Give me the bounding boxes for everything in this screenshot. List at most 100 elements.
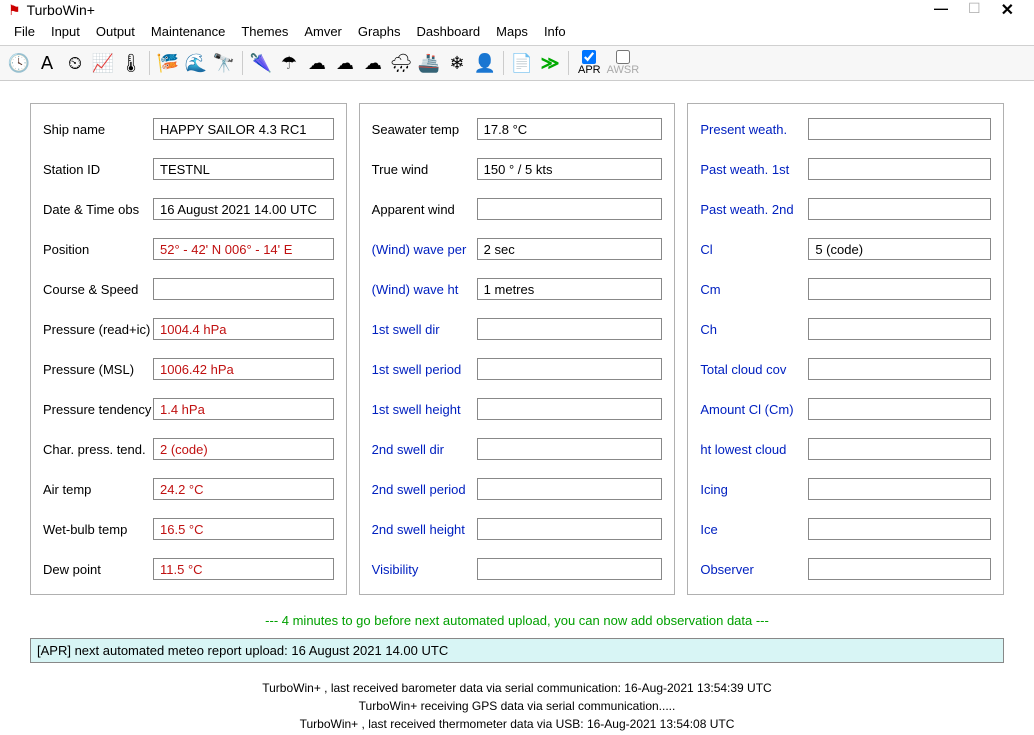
label-past-weath-1[interactable]: Past weath. 1st [700,162,808,177]
field-pressure-read[interactable]: 1004.4 hPa [153,318,334,340]
cloud-cm-icon[interactable]: ☁ [332,50,358,76]
label-wave-per[interactable]: (Wind) wave per [372,242,477,257]
field-swell1-dir[interactable] [477,318,663,340]
gauge-icon[interactable]: ⏲ [62,50,88,76]
menu-maps[interactable]: Maps [488,22,536,41]
field-observer[interactable] [808,558,991,580]
chart-icon[interactable]: 📈 [90,50,116,76]
field-swell1-height[interactable] [477,398,663,420]
field-station-id[interactable]: TESTNL [153,158,334,180]
window-minimize-button[interactable]: — [934,0,948,20]
menu-themes[interactable]: Themes [233,22,296,41]
field-cl[interactable]: 5 (code) [808,238,991,260]
menu-maintenance[interactable]: Maintenance [143,22,233,41]
label-swell1-dir[interactable]: 1st swell dir [372,322,477,337]
person-icon[interactable]: 👤 [472,50,498,76]
label-swell2-height[interactable]: 2nd swell height [372,522,477,537]
iceberg-icon[interactable]: ❄ [444,50,470,76]
label-ch[interactable]: Ch [700,322,808,337]
field-air-temp[interactable]: 24.2 °C [153,478,334,500]
windsock-icon[interactable]: 🎏 [155,50,181,76]
field-wave-ht[interactable]: 1 metres [477,278,663,300]
label-swell2-period[interactable]: 2nd swell period [372,482,477,497]
field-pressure-tendency[interactable]: 1.4 hPa [153,398,334,420]
apr-toggle[interactable]: APR [578,50,601,76]
label-wetbulb-temp[interactable]: Wet-bulb temp [43,522,153,537]
field-icing[interactable] [808,478,991,500]
menu-input[interactable]: Input [43,22,88,41]
ship-icon[interactable]: 🚢 [416,50,442,76]
field-datetime[interactable]: 16 August 2021 14.00 UTC [153,198,334,220]
clock-icon[interactable]: 🕓 [6,50,32,76]
field-visibility[interactable] [477,558,663,580]
menu-info[interactable]: Info [536,22,574,41]
field-total-cloud-cov[interactable] [808,358,991,380]
label-air-temp[interactable]: Air temp [43,482,153,497]
label-observer[interactable]: Observer [700,562,808,577]
binoculars-icon[interactable]: 🔭 [211,50,237,76]
field-swell2-height[interactable] [477,518,663,540]
menu-file[interactable]: File [6,22,43,41]
label-wave-ht[interactable]: (Wind) wave ht [372,282,477,297]
send-icon[interactable]: ≫ [537,50,563,76]
field-pressure-msl[interactable]: 1006.42 hPa [153,358,334,380]
thermometer-icon[interactable]: 🌡 [118,50,144,76]
label-cl[interactable]: Cl [700,242,808,257]
menu-graphs[interactable]: Graphs [350,22,409,41]
label-datetime[interactable]: Date & Time obs [43,202,153,217]
label-present-weath[interactable]: Present weath. [700,122,808,137]
cloud-ch-icon[interactable]: ☁ [360,50,386,76]
label-cm[interactable]: Cm [700,282,808,297]
field-past-weath-2[interactable] [808,198,991,220]
field-wave-per[interactable]: 2 sec [477,238,663,260]
label-amount-cl-cm[interactable]: Amount Cl (Cm) [700,402,808,417]
cloud-cl-icon[interactable]: ☁ [304,50,330,76]
field-seawater-temp[interactable]: 17.8 °C [477,118,663,140]
wave-icon[interactable]: 🌊 [183,50,209,76]
field-present-weath[interactable] [808,118,991,140]
field-swell2-period[interactable] [477,478,663,500]
field-char-press-tend[interactable]: 2 (code) [153,438,334,460]
field-past-weath-1[interactable] [808,158,991,180]
field-ice[interactable] [808,518,991,540]
report-icon[interactable]: 📄 [509,50,535,76]
label-apparent-wind[interactable]: Apparent wind [372,202,477,217]
label-course-speed[interactable]: Course & Speed [43,282,153,297]
label-swell2-dir[interactable]: 2nd swell dir [372,442,477,457]
field-dew-point[interactable]: 11.5 °C [153,558,334,580]
field-ch[interactable] [808,318,991,340]
field-ht-lowest-cloud[interactable] [808,438,991,460]
label-swell1-height[interactable]: 1st swell height [372,402,477,417]
field-apparent-wind[interactable] [477,198,663,220]
label-seawater-temp[interactable]: Seawater temp [372,122,477,137]
label-dew-point[interactable]: Dew point [43,562,153,577]
apr-checkbox[interactable] [582,50,596,64]
field-true-wind[interactable]: 150 ° / 5 kts [477,158,663,180]
menu-dashboard[interactable]: Dashboard [409,22,489,41]
window-close-button[interactable]: ✕ [1001,0,1014,20]
rain-cloud-icon[interactable]: 🌧 [388,50,414,76]
label-true-wind[interactable]: True wind [372,162,477,177]
menu-output[interactable]: Output [88,22,143,41]
label-visibility[interactable]: Visibility [372,562,477,577]
label-char-press-tend[interactable]: Char. press. tend. [43,442,153,457]
label-ht-lowest-cloud[interactable]: ht lowest cloud [700,442,808,457]
compass-icon[interactable]: 𝖠 [34,50,60,76]
label-icing[interactable]: Icing [700,482,808,497]
label-past-weath-2[interactable]: Past weath. 2nd [700,202,808,217]
umbrella-closed-icon[interactable]: 🌂 [248,50,274,76]
awsr-toggle[interactable]: AWSR [607,50,640,76]
label-ice[interactable]: Ice [700,522,808,537]
field-course-speed[interactable] [153,278,334,300]
label-pressure-msl[interactable]: Pressure (MSL) [43,362,153,377]
field-cm[interactable] [808,278,991,300]
field-swell1-period[interactable] [477,358,663,380]
field-amount-cl-cm[interactable] [808,398,991,420]
label-pressure-tendency[interactable]: Pressure tendency [43,402,153,417]
awsr-checkbox[interactable] [616,50,630,64]
menu-amver[interactable]: Amver [296,22,350,41]
label-position[interactable]: Position [43,242,153,257]
label-total-cloud-cov[interactable]: Total cloud cov [700,362,808,377]
field-ship-name[interactable]: HAPPY SAILOR 4.3 RC1 [153,118,334,140]
window-maximize-button[interactable]: ☐ [968,0,981,20]
